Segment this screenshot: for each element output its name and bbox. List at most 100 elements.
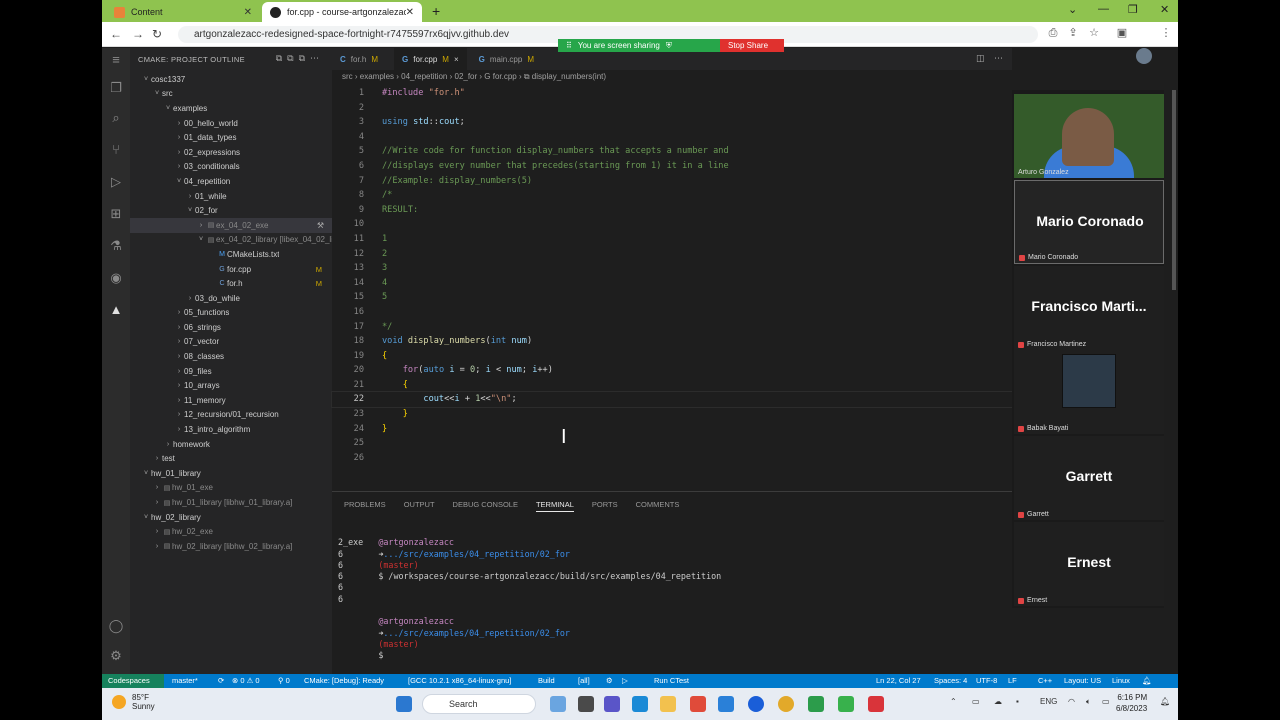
participant-tile[interactable]: Francisco Marti... Francisco Martinez	[1014, 266, 1164, 350]
tray-cloud-icon[interactable]: ☁	[994, 697, 1002, 706]
tree-item[interactable]: › 05_functions	[130, 306, 332, 321]
clock[interactable]: 6:16 PM 6/8/2023	[1116, 692, 1147, 714]
panel-tab[interactable]: DEBUG CONSOLE	[453, 500, 518, 512]
breadcrumb[interactable]: src › examples › 04_repetition › 02_for …	[342, 72, 606, 82]
indent-setting[interactable]: Spaces: 4	[934, 676, 967, 685]
panel-tab[interactable]: TERMINAL	[535, 500, 574, 512]
panel-tab[interactable]: OUTPUT	[404, 500, 435, 512]
panel-tab[interactable]: COMMENTS	[636, 500, 680, 512]
tree-item[interactable]: Cfor.h M	[130, 276, 332, 291]
github-icon[interactable]: ◉	[108, 270, 124, 286]
tree-item[interactable]: › 03_conditionals	[130, 160, 332, 175]
chrome-icon[interactable]	[778, 696, 794, 712]
sidepanel-icon[interactable]: ▣	[1116, 27, 1128, 39]
chevron-down-icon[interactable]: ˅	[196, 236, 206, 243]
tray-lang[interactable]: ENG	[1040, 697, 1057, 706]
tree-item[interactable]: › ▤ hw_01_library [libhw_01_library.a]	[130, 495, 332, 510]
chevron-right-icon[interactable]: ›	[174, 338, 184, 345]
ports-indicator[interactable]: ⚲ 0	[278, 676, 290, 685]
editor-tab[interactable]: Gmain.cpp M	[471, 48, 542, 70]
chevron-right-icon[interactable]: ›	[174, 368, 184, 375]
close-tab-icon[interactable]: ✕	[406, 7, 414, 18]
share-icon[interactable]: ⇪	[1067, 27, 1079, 39]
tree-item[interactable]: › 11_memory	[130, 393, 332, 408]
testing-icon[interactable]: ⚗	[108, 238, 124, 254]
cmake-kit[interactable]: [GCC 10.2.1 x86_64-linux-gnu]	[408, 676, 511, 685]
calculator-icon[interactable]	[808, 696, 824, 712]
chevron-down-icon[interactable]: ˅	[163, 105, 173, 112]
chevron-right-icon[interactable]: ›	[185, 295, 195, 302]
run-ctest-button[interactable]: Run CTest	[654, 676, 689, 685]
chevron-right-icon[interactable]: ›	[152, 499, 162, 506]
cmake-status[interactable]: CMake: [Debug]: Ready	[304, 676, 384, 685]
eol[interactable]: LF	[1008, 676, 1017, 685]
close-tab-icon[interactable]: ×	[454, 55, 459, 64]
split-editor-icon[interactable]: ◫	[976, 53, 985, 64]
notifications-icon[interactable]: 🔔︎	[1142, 676, 1152, 685]
app-red-icon[interactable]	[868, 696, 884, 712]
tree-item[interactable]: › ▤ ex_04_02_exe ⚒	[130, 217, 332, 233]
account-icon[interactable]: ◯	[108, 618, 124, 634]
panel-tab[interactable]: PROBLEMS	[344, 500, 386, 512]
explorer-icon[interactable]: ❐	[108, 80, 124, 96]
store-icon[interactable]	[690, 696, 706, 712]
volume-icon[interactable]: 🔈︎	[1086, 697, 1091, 707]
chevron-down-icon[interactable]: ˅	[141, 514, 151, 521]
problems-indicator[interactable]: ⊗ 0 ⚠ 0	[232, 676, 260, 685]
editor-tab[interactable]: Cfor.h M	[332, 48, 386, 70]
search-icon[interactable]: ⌕	[108, 110, 124, 126]
battery-icon[interactable]: ▭	[1102, 697, 1110, 706]
tree-item[interactable]: › test	[130, 451, 332, 466]
tree-item[interactable]: › 13_intro_algorithm	[130, 422, 332, 437]
tree-item[interactable]: › 01_while	[130, 189, 332, 204]
taskbar-search[interactable]: Search	[422, 694, 536, 714]
chevron-right-icon[interactable]: ›	[152, 543, 162, 550]
close-window-icon[interactable]: ✕	[1160, 3, 1169, 16]
build-button[interactable]: Build	[538, 676, 555, 685]
remote-indicator[interactable]: Codespaces	[102, 674, 164, 688]
language-mode[interactable]: C++	[1038, 676, 1052, 685]
weather-widget[interactable]: 85°F Sunny	[112, 693, 155, 711]
chevron-down-icon[interactable]: ˅	[174, 178, 184, 185]
participant-tile[interactable]: Garrett Garrett	[1014, 436, 1164, 520]
tree-item[interactable]: ˅ src	[130, 87, 332, 102]
maximize-icon[interactable]: ❐	[1128, 3, 1138, 16]
code-editor[interactable]: 1 #include "for.h" 2 3 using std::cout; 4 5//W…	[331, 86, 1013, 465]
run-debug-icon[interactable]: ▷	[108, 174, 124, 190]
tree-item[interactable]: › 08_classes	[130, 349, 332, 364]
tree-item[interactable]: › 06_strings	[130, 320, 332, 335]
chevron-right-icon[interactable]: ›	[174, 426, 184, 433]
cmake-icon[interactable]: ▲	[108, 302, 124, 318]
editor-tab[interactable]: Gfor.cpp M ×	[394, 48, 467, 70]
profile-avatar[interactable]	[1136, 48, 1152, 64]
tree-item[interactable]: M CMakeLists.txt	[130, 247, 332, 262]
zoom-icon[interactable]	[748, 696, 764, 712]
mail-icon[interactable]	[718, 696, 734, 712]
minimize-icon[interactable]: —	[1098, 3, 1109, 15]
tree-item[interactable]: › 09_files	[130, 364, 332, 379]
run-icon[interactable]: ▷	[622, 676, 628, 685]
bookmark-star-icon[interactable]: ☆	[1088, 27, 1100, 39]
chevron-right-icon[interactable]: ›	[174, 134, 184, 141]
app-green-icon[interactable]	[838, 696, 854, 712]
chevron-right-icon[interactable]: ›	[174, 324, 184, 331]
tree-item[interactable]: ˅ cosc1337	[130, 72, 332, 87]
tree-item[interactable]: › ▤ hw_02_library [libhw_02_library.a]	[130, 539, 332, 554]
chevron-right-icon[interactable]: ›	[152, 528, 162, 535]
tree-item[interactable]: › 02_expressions	[130, 145, 332, 160]
tray-chevron-icon[interactable]: ⌃	[950, 697, 957, 706]
stop-share-button[interactable]: Stop Share	[720, 39, 784, 52]
chevron-right-icon[interactable]: ›	[174, 163, 184, 170]
debug-icon[interactable]: ⚙	[606, 676, 613, 685]
start-icon[interactable]	[396, 696, 412, 712]
tree-item[interactable]: ˅ examples	[130, 101, 332, 116]
chevron-down-icon[interactable]: ˅	[152, 90, 162, 97]
tree-item[interactable]: › 03_do_while	[130, 291, 332, 306]
tree-item[interactable]: › ▤ hw_02_exe	[130, 524, 332, 539]
participant-tile[interactable]: Babak Bayati	[1014, 350, 1164, 434]
widgets-icon[interactable]	[550, 696, 566, 712]
chevron-right-icon[interactable]: ›	[185, 193, 195, 200]
close-tab-icon[interactable]: ✕	[244, 7, 252, 18]
chevron-right-icon[interactable]: ›	[174, 149, 184, 156]
tab-search-icon[interactable]: ⌄	[1068, 3, 1077, 16]
